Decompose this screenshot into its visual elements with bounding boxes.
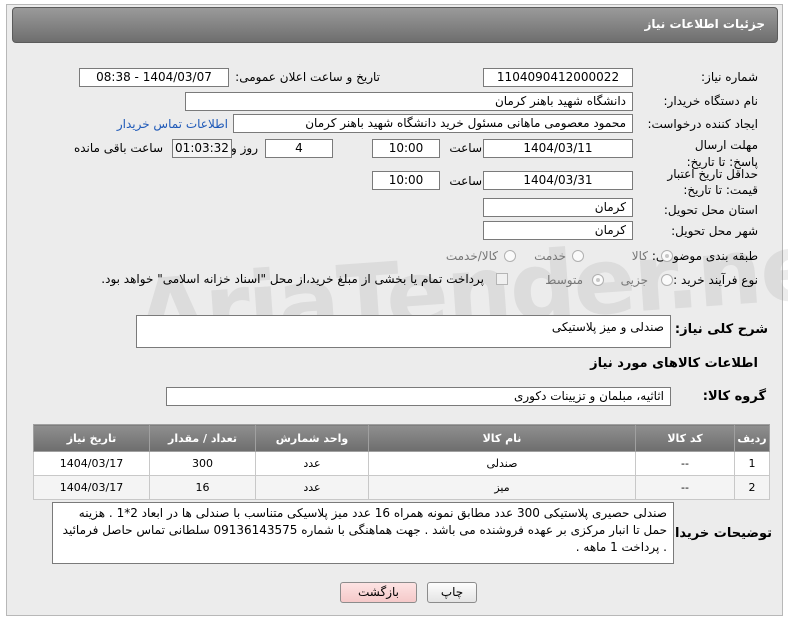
cell-date: 1404/03/17: [33, 475, 150, 500]
process-radio-medium[interactable]: [592, 274, 604, 286]
buyer-org-field: دانشگاه شهید باهنر کرمان: [185, 92, 633, 111]
col-code: کد کالا: [635, 424, 735, 452]
reply-time-field: 10:00: [372, 139, 440, 158]
category-radio-service[interactable]: [572, 250, 584, 262]
col-row: ردیف: [734, 424, 770, 452]
page-title: جزئیات اطلاعات نیاز: [644, 17, 765, 31]
back-button[interactable]: بازگشت: [340, 582, 417, 603]
need-number-label: شماره نیاز:: [701, 70, 758, 84]
table-row: 1 -- صندلی عدد 300 1404/03/17: [33, 451, 770, 476]
print-button[interactable]: چاپ: [427, 582, 477, 603]
cell-date: 1404/03/17: [33, 451, 150, 476]
cell-code: --: [635, 451, 735, 476]
cell-quantity: 300: [149, 451, 256, 476]
process-radio-minor[interactable]: [661, 274, 673, 286]
process-label: نوع فرآیند خرید :: [673, 273, 758, 287]
announce-field: 1404/03/07 - 08:38: [79, 68, 229, 87]
province-field: کرمان: [483, 198, 633, 217]
province-label: استان محل تحویل:: [663, 203, 758, 217]
summary-textarea[interactable]: صندلی و میز پلاستیکی: [136, 315, 671, 348]
city-field: کرمان: [483, 221, 633, 240]
category-option-service: خدمت: [534, 249, 566, 263]
cell-name: میز: [368, 475, 636, 500]
cell-row: 2: [734, 475, 770, 500]
category-option-goods: کالا: [631, 249, 648, 263]
category-radio-both[interactable]: [504, 250, 516, 262]
cell-unit: عدد: [255, 475, 369, 500]
goods-group-field: اثاثیه، مبلمان و تزیینات دکوری: [166, 387, 671, 406]
requester-field: محمود معصومی ماهانی مسئول خرید دانشگاه ش…: [233, 114, 633, 133]
category-option-both: کالا/خدمت: [445, 249, 498, 263]
buyer-contact-link[interactable]: اطلاعات تماس خریدار: [117, 117, 228, 131]
goods-group-label: گروه کالا:: [702, 389, 766, 404]
requester-label: ایجاد کننده درخواست:: [647, 117, 758, 131]
cell-unit: عدد: [255, 451, 369, 476]
process-option-minor: جزیی: [620, 273, 648, 287]
days-label: روز و: [231, 141, 258, 155]
treasury-checkbox[interactable]: [496, 273, 508, 285]
days-field: 4: [265, 139, 333, 158]
need-number-field: 1104090412000022: [483, 68, 633, 87]
remaining-time-field: 01:03:32: [172, 139, 232, 158]
cell-code: --: [635, 475, 735, 500]
goods-info-title: اطلاعات کالاهای مورد نیاز: [590, 356, 758, 371]
col-quantity: تعداد / مقدار: [149, 424, 256, 452]
summary-label: شرح کلی نیاز:: [674, 322, 768, 337]
reply-time-label: ساعت: [449, 141, 482, 155]
reply-date-field: 1404/03/11: [483, 139, 633, 158]
price-validity-label: حداقل تاریخ اعتبار قیمت: تا تاریخ:: [667, 167, 758, 197]
city-label: شهر محل تحویل:: [671, 224, 758, 238]
table-row: 2 -- میز عدد 16 1404/03/17: [33, 475, 770, 500]
cell-name: صندلی: [368, 451, 636, 476]
col-unit: واحد شمارش: [255, 424, 369, 452]
cell-quantity: 16: [149, 475, 256, 500]
process-option-medium: متوسط: [545, 273, 583, 287]
announce-label: تاریخ و ساعت اعلان عمومی:: [235, 70, 380, 84]
price-time-label: ساعت: [449, 174, 482, 188]
price-time-field: 10:00: [372, 171, 440, 190]
buyer-notes-textarea[interactable]: صندلی حصیری پلاستیکی 300 عدد مطابق نمونه…: [52, 502, 674, 564]
buyer-notes-label: توضیحات خریدار:: [662, 526, 772, 541]
page-header: جزئیات اطلاعات نیاز: [12, 7, 778, 43]
remaining-time-label: ساعت باقی مانده: [73, 141, 163, 155]
col-date: تاریخ نیاز: [33, 424, 150, 452]
goods-table: ردیف کد کالا نام کالا واحد شمارش تعداد /…: [33, 424, 770, 500]
buyer-org-label: نام دستگاه خریدار:: [663, 94, 759, 108]
category-radio-goods[interactable]: [661, 250, 673, 262]
payment-note: پرداخت تمام یا بخشی از مبلغ خرید،از محل …: [101, 272, 484, 286]
cell-row: 1: [734, 451, 770, 476]
col-name: نام کالا: [368, 424, 636, 452]
price-date-field: 1404/03/31: [483, 171, 633, 190]
